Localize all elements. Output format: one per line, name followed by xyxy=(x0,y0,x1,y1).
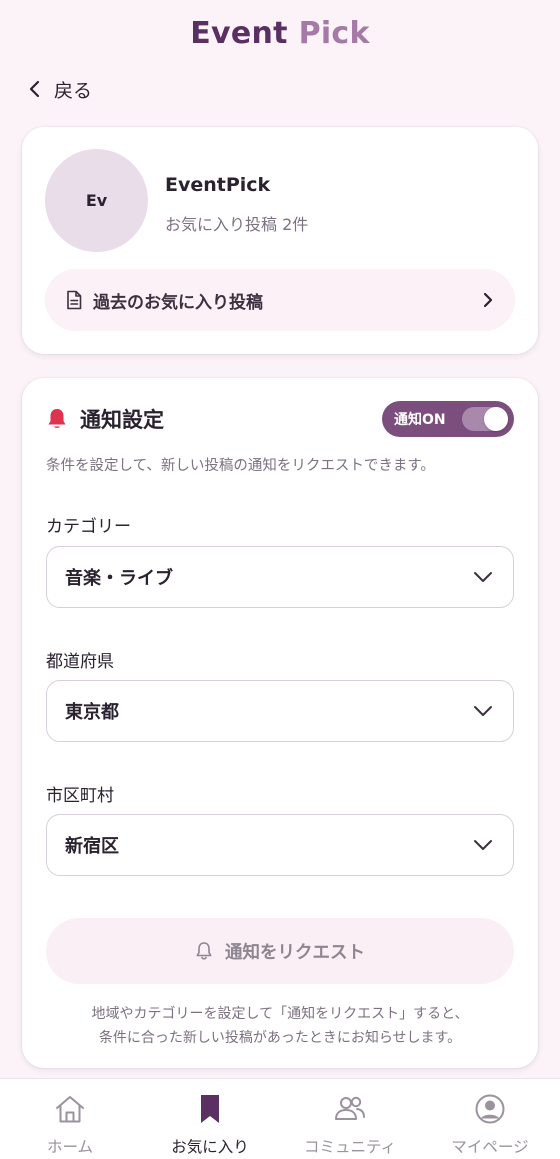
toggle-track xyxy=(462,407,508,431)
category-select[interactable]: 音楽・ライブ xyxy=(46,546,514,608)
nav-item-home[interactable]: ホーム xyxy=(0,1079,140,1159)
chevron-right-icon xyxy=(483,292,493,308)
notification-header: 通知設定 xyxy=(46,404,164,434)
chevron-down-icon xyxy=(474,840,492,850)
back-button[interactable]: 戻る xyxy=(26,74,92,104)
people-icon xyxy=(335,1096,365,1120)
profile-name: EventPick xyxy=(165,174,271,196)
app-screen: Event Pick 戻る Ev EventPick お気に入り投稿 2件 過去… xyxy=(0,0,560,1159)
bottom-nav: ホーム お気に入り コミュニティ マイページ xyxy=(0,1078,560,1159)
nav-label-community: コミュニティ xyxy=(303,1138,397,1156)
request-button-label: 通知をリクエスト xyxy=(225,942,365,963)
avatar-initials: Ev xyxy=(85,191,108,210)
user-circle-icon xyxy=(475,1094,505,1124)
notification-description: 条件を設定して、新しい投稿の通知をリクエストできます。 xyxy=(46,458,435,474)
home-icon xyxy=(56,1096,84,1123)
nav-item-mypage[interactable]: マイページ xyxy=(420,1079,560,1159)
toggle-label: 通知ON xyxy=(394,412,446,428)
chevron-down-icon xyxy=(474,572,492,582)
prefecture-label: 都道府県 xyxy=(46,652,114,672)
toggle-knob xyxy=(484,407,508,431)
avatar: Ev xyxy=(45,149,148,252)
profile-card: Ev EventPick お気に入り投稿 2件 過去のお気に入り投稿 xyxy=(22,127,538,354)
past-favorites-link[interactable]: 過去のお気に入り投稿 xyxy=(45,269,515,331)
app-title-part2: Pick xyxy=(298,16,370,51)
category-value: 音楽・ライブ xyxy=(65,568,173,589)
notification-title: 通知設定 xyxy=(80,408,164,432)
bell-outline-icon xyxy=(196,942,212,960)
nav-label-home: ホーム xyxy=(46,1138,94,1156)
prefecture-value: 東京都 xyxy=(65,702,119,723)
request-notification-button[interactable]: 通知をリクエスト xyxy=(46,918,514,984)
help-text-line1: 地域やカテゴリーを設定して「通知をリクエスト」すると、 xyxy=(91,1006,469,1022)
city-label: 市区町村 xyxy=(46,786,114,806)
favorites-count: お気に入り投稿 2件 xyxy=(165,215,309,234)
app-title-part1: Event xyxy=(190,16,288,51)
city-select[interactable]: 新宿区 xyxy=(46,814,514,876)
request-help-text: 地域やカテゴリーを設定して「通知をリクエスト」すると、 条件に合った新しい投稿が… xyxy=(46,1002,514,1050)
nav-item-community[interactable]: コミュニティ xyxy=(280,1079,420,1159)
nav-item-favorites[interactable]: お気に入り xyxy=(140,1079,280,1159)
category-label: カテゴリー xyxy=(46,517,131,537)
document-icon xyxy=(67,290,82,310)
notification-settings-card: 通知設定 通知ON 条件を設定して、新しい投稿の通知をリクエストできます。 カテ… xyxy=(22,378,538,1068)
bell-icon xyxy=(48,409,66,428)
chevron-down-icon xyxy=(474,706,492,716)
notification-toggle[interactable]: 通知ON xyxy=(382,401,514,437)
app-title: Event Pick xyxy=(0,16,560,51)
help-text-line2: 条件に合った新しい投稿があったときにお知らせします。 xyxy=(98,1030,462,1046)
bookmark-icon xyxy=(201,1095,219,1123)
past-favorites-label: 過去のお気に入り投稿 xyxy=(93,292,263,313)
prefecture-select[interactable]: 東京都 xyxy=(46,680,514,742)
nav-label-favorites: お気に入り xyxy=(171,1138,249,1156)
chevron-left-icon xyxy=(29,80,40,98)
back-label: 戻る xyxy=(54,79,93,102)
nav-label-mypage: マイページ xyxy=(451,1138,529,1156)
city-value: 新宿区 xyxy=(65,836,119,857)
